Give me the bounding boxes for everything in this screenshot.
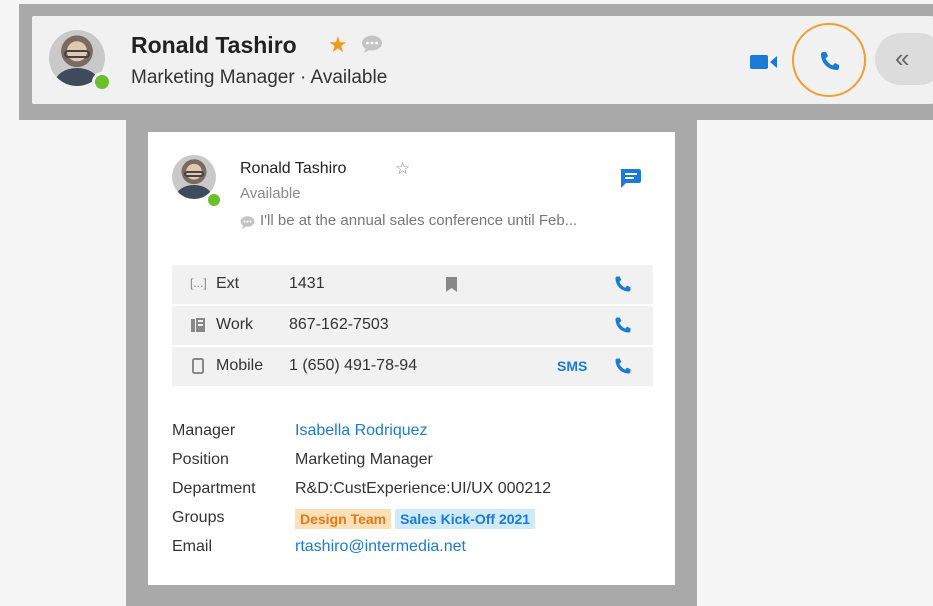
- call-button[interactable]: [792, 23, 866, 97]
- detail-label: Position: [172, 451, 229, 468]
- phone-row-mobile: Mobile 1 (650) 491-78-94 SMS: [172, 347, 653, 386]
- card-contact-name: Ronald Tashiro: [240, 160, 347, 177]
- video-icon: [750, 55, 777, 69]
- avatar-glasses: [64, 50, 90, 58]
- message-icon: [620, 169, 641, 188]
- call-ext-button[interactable]: [613, 274, 633, 299]
- group-tag[interactable]: Sales Kick-Off 2021: [395, 509, 536, 529]
- favorite-star-icon[interactable]: ☆: [395, 159, 410, 179]
- collapse-panel-button[interactable]: «: [875, 33, 933, 85]
- status-message-icon: [240, 216, 255, 229]
- phone-label: Ext: [216, 275, 240, 292]
- phone-number[interactable]: 1431: [289, 275, 325, 293]
- detail-label: Department: [172, 480, 256, 497]
- contact-header: Ronald Tashiro ★ Marketing Manager · Ava…: [32, 16, 933, 104]
- phone-label: Mobile: [216, 357, 264, 374]
- chat-bubble-icon[interactable]: [361, 35, 383, 53]
- phone-row-ext: [...] Ext 1431: [172, 265, 653, 304]
- phone-list: [...] Ext 1431 Work 867-162-7503 Mobile …: [172, 265, 653, 388]
- groups-list: Design Team Sales Kick-Off 2021: [295, 509, 539, 529]
- call-mobile-button[interactable]: [613, 356, 633, 381]
- status-available-indicator: [92, 72, 112, 92]
- phone-label: Work: [216, 316, 254, 333]
- phone-row-work: Work 867-162-7503: [172, 306, 653, 345]
- phone-icon: [615, 276, 631, 292]
- collapse-icon: «: [895, 43, 910, 73]
- phone-number[interactable]: 867-162-7503: [289, 316, 389, 334]
- availability-status: Available: [240, 185, 301, 202]
- star-icon[interactable]: ★: [328, 32, 348, 58]
- sms-button[interactable]: SMS: [557, 358, 587, 374]
- phone-icon: [615, 317, 631, 333]
- bookmark-icon[interactable]: [446, 277, 457, 292]
- building-icon: [190, 317, 206, 333]
- status-message: I'll be at the annual sales conference u…: [260, 212, 578, 229]
- avatar-glasses: [184, 171, 204, 177]
- mobile-icon: [190, 358, 206, 374]
- detail-label: Email: [172, 538, 213, 555]
- email-link[interactable]: rtashiro@intermedia.net: [295, 538, 466, 556]
- contact-subtitle: Marketing Manager · Available: [131, 67, 388, 88]
- contact-name: Ronald Tashiro: [131, 32, 297, 58]
- phone-icon: [821, 52, 839, 70]
- video-call-button[interactable]: [749, 53, 779, 71]
- group-tag[interactable]: Design Team: [295, 509, 392, 529]
- detail-label: Groups: [172, 509, 225, 526]
- status-available-indicator: [206, 192, 222, 208]
- phone-number[interactable]: 1 (650) 491-78-94: [289, 357, 417, 375]
- manager-link[interactable]: Isabella Rodriquez: [295, 422, 428, 440]
- detail-label: Manager: [172, 422, 236, 439]
- ext-icon: [...]: [190, 276, 207, 290]
- department-value: R&D:CustExperience:UI/UX 000212: [295, 480, 552, 497]
- phone-icon: [615, 358, 631, 374]
- call-work-button[interactable]: [613, 315, 633, 340]
- contact-card: Ronald Tashiro ☆ Available I'll be at th…: [148, 132, 675, 585]
- send-message-button[interactable]: [618, 167, 642, 189]
- position-value: Marketing Manager: [295, 451, 433, 468]
